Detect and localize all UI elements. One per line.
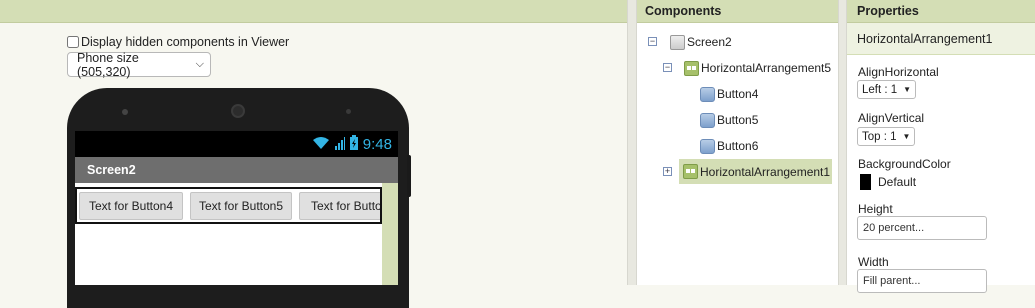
preview-button6[interactable]: Text for Button6: [299, 192, 380, 220]
wifi-icon: [312, 136, 330, 153]
align-horizontal-dropdown[interactable]: Left : 1 ▼: [857, 80, 917, 99]
components-properties-divider[interactable]: [838, 0, 847, 285]
horizontal-arrangement-icon: [684, 60, 699, 76]
preview-button4[interactable]: Text for Button4: [79, 192, 183, 220]
button-icon: [700, 112, 715, 128]
phone-screen: 9:48 Screen2 Text for Button4 Text for B…: [75, 131, 398, 285]
properties-header: Properties: [847, 0, 1035, 23]
button-icon: [700, 86, 715, 102]
viewer-panel: Display hidden components in Viewer Phon…: [0, 0, 627, 308]
width-field[interactable]: Fill parent...: [857, 269, 987, 293]
height-label: Height: [858, 202, 893, 216]
preview-button5[interactable]: Text for Button5: [190, 192, 292, 220]
background-color-value[interactable]: Default: [878, 175, 916, 189]
expand-harr1-icon[interactable]: +: [663, 167, 672, 176]
align-vertical-dropdown[interactable]: Top : 1 ▼: [857, 127, 916, 146]
display-hidden-label: Display hidden components in Viewer: [81, 35, 290, 49]
components-panel: Components − Screen2 − HorizontalArrange…: [637, 0, 838, 285]
background-color-label: BackgroundColor: [858, 157, 951, 171]
tree-item-screen2[interactable]: Screen2: [670, 32, 732, 52]
align-vertical-label: AlignVertical: [858, 111, 925, 125]
background-color-swatch[interactable]: [860, 174, 871, 190]
phone-side-button: [407, 155, 411, 197]
tree-item-horizontalarrangement5[interactable]: HorizontalArrangement5: [684, 58, 831, 78]
camera-icon: [122, 109, 128, 115]
tree-item-label: HorizontalArrangement1: [700, 164, 831, 179]
tree-item-button5[interactable]: Button5: [700, 110, 758, 130]
width-label: Width: [858, 255, 889, 269]
display-hidden-checkbox[interactable]: [67, 36, 79, 48]
screen-icon: [670, 34, 685, 50]
status-bar: 9:48: [75, 131, 398, 157]
horizontal-arrangement-icon: [683, 164, 698, 179]
dropdown-arrow-icon: ▼: [902, 132, 911, 141]
button-icon: [700, 138, 715, 154]
viewer-components-divider[interactable]: [627, 0, 637, 285]
align-vertical-value: Top : 1: [862, 130, 897, 143]
selected-arrangement-indicator: [382, 183, 398, 285]
battery-icon: [349, 135, 358, 153]
height-field[interactable]: 20 percent...: [857, 216, 987, 240]
horizontal-arrangement-preview[interactable]: Text for Button4 Text for Button5 Text f…: [75, 187, 382, 224]
screen-title-bar: Screen2: [75, 157, 398, 183]
align-horizontal-value: Left : 1: [862, 83, 898, 96]
selected-component-name: HorizontalArrangement1: [847, 23, 1035, 55]
viewer-header: [0, 0, 627, 23]
sensor-icon: [346, 109, 351, 114]
tree-item-button6[interactable]: Button6: [700, 136, 758, 156]
components-header: Components: [637, 0, 838, 23]
align-horizontal-label: AlignHorizontal: [858, 65, 939, 79]
chevron-down-icon: ⌵: [195, 58, 204, 70]
tree-item-label: Screen2: [687, 35, 732, 49]
status-time: 9:48: [362, 135, 392, 153]
tree-item-horizontalarrangement1[interactable]: HorizontalArrangement1: [679, 159, 832, 184]
collapse-screen2-icon[interactable]: −: [648, 37, 657, 46]
tree-item-label: HorizontalArrangement5: [701, 61, 832, 75]
screen-title: Screen2: [87, 163, 136, 177]
tree-item-label: Button5: [717, 113, 759, 127]
tree-item-label: Button4: [717, 87, 759, 101]
dropdown-arrow-icon: ▼: [903, 85, 912, 94]
tree-item-button4[interactable]: Button4: [700, 84, 758, 104]
speaker-icon: [231, 104, 245, 118]
display-hidden-row[interactable]: Display hidden components in Viewer: [67, 34, 289, 50]
phone-size-select[interactable]: Phone size (505,320) ⌵: [67, 50, 211, 79]
phone-size-value: Phone size (505,320): [77, 50, 139, 79]
collapse-harr5-icon[interactable]: −: [663, 63, 672, 72]
properties-panel: Properties HorizontalArrangement1 AlignH…: [847, 0, 1035, 293]
tree-item-label: Button6: [717, 139, 759, 153]
signal-icon: [334, 136, 345, 153]
